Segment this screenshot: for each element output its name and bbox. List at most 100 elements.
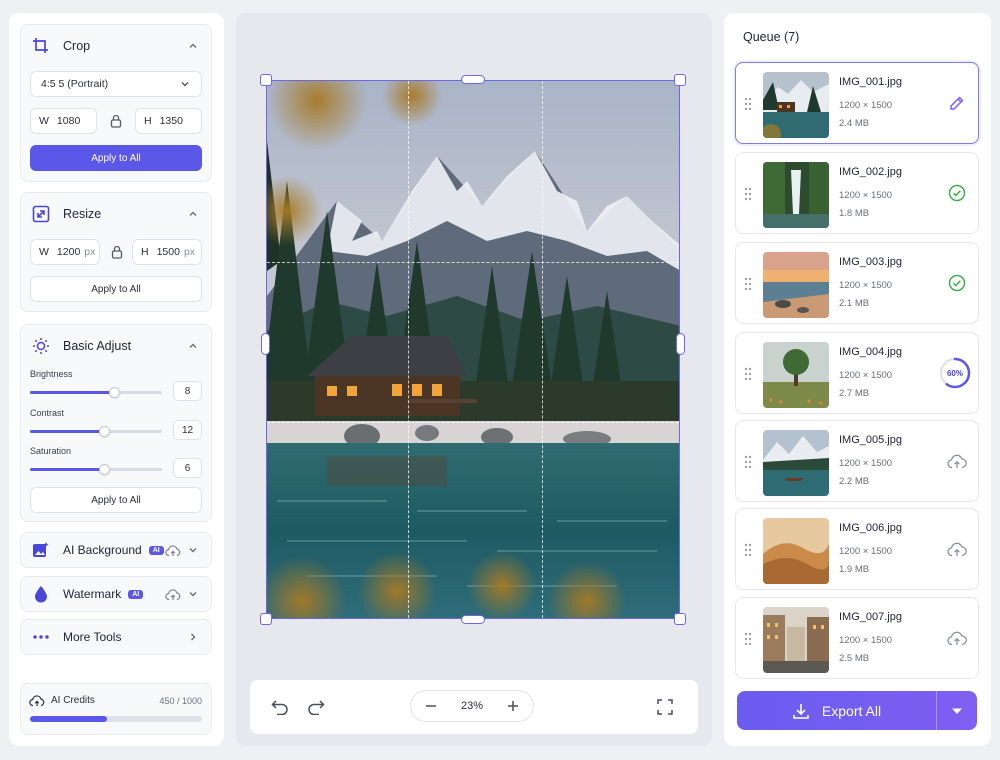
zoom-out-icon[interactable]	[421, 696, 441, 716]
crop-width-field[interactable]: W 1080	[30, 108, 97, 134]
photo-preview[interactable]	[266, 80, 680, 619]
queue-item[interactable]: IMG_007.jpg 1200 × 1500 2.5 MB	[735, 597, 979, 679]
file-dimensions: 1200 × 1500	[839, 190, 893, 201]
lock-icon[interactable]	[110, 114, 122, 128]
ai-badge: AI	[148, 545, 164, 555]
drag-handle-icon[interactable]	[744, 632, 752, 646]
aspect-ratio-select[interactable]: 4:5 5 (Portrait)	[30, 71, 202, 97]
chevron-up-icon[interactable]	[187, 208, 199, 220]
slider-knob[interactable]	[98, 464, 110, 475]
export-dropdown[interactable]	[937, 691, 977, 730]
progress-ring: 60%	[938, 356, 972, 390]
brightness-value[interactable]: 8	[173, 381, 202, 401]
more-tools[interactable]: More Tools	[20, 619, 212, 655]
undo-icon[interactable]	[270, 697, 290, 717]
canvas-area: 23%	[236, 13, 712, 746]
file-dimensions: 1200 × 1500	[839, 370, 893, 381]
resize-icon	[31, 204, 51, 224]
brightness-slider[interactable]	[30, 387, 162, 398]
crop-handle-bottom-left[interactable]	[260, 613, 272, 625]
crop-handle-top-right[interactable]	[674, 74, 686, 86]
export-all-button[interactable]: Export All	[737, 691, 977, 730]
zoom-in-icon[interactable]	[503, 696, 523, 716]
crop-handle-left[interactable]	[261, 333, 270, 355]
drag-handle-icon[interactable]	[744, 543, 752, 557]
chevron-up-icon[interactable]	[187, 340, 199, 352]
file-name: IMG_002.jpg	[839, 166, 902, 178]
brightness-label: Brightness	[30, 369, 73, 379]
credits-progress-bar	[30, 716, 202, 722]
contrast-label: Contrast	[30, 408, 65, 418]
resize-width-field[interactable]: W 1200 px	[30, 239, 100, 265]
file-name: IMG_004.jpg	[839, 346, 902, 358]
saturation-value[interactable]: 6	[173, 458, 202, 478]
chevron-up-icon[interactable]	[187, 40, 199, 52]
queue-title: Queue (7)	[743, 30, 800, 44]
check-circle-icon	[946, 272, 968, 294]
more-tools-title: More Tools	[63, 630, 122, 644]
file-dimensions: 1200 × 1500	[839, 280, 893, 291]
crop-handle-right[interactable]	[676, 333, 685, 355]
thumbnail	[763, 518, 829, 584]
thumbnail	[763, 430, 829, 496]
crop-handle-bottom[interactable]	[461, 615, 485, 624]
queue-item[interactable]: IMG_006.jpg 1200 × 1500 1.9 MB	[735, 508, 979, 590]
crop-height-field[interactable]: H 1350	[135, 108, 202, 134]
ai-background-tool[interactable]: AI Background AI	[20, 532, 212, 568]
crop-apply-all-button[interactable]: Apply to All	[30, 145, 202, 171]
queue-item[interactable]: IMG_005.jpg 1200 × 1500 2.2 MB	[735, 420, 979, 502]
width-unit: px	[84, 246, 96, 258]
cloud-upload-icon[interactable]	[946, 450, 968, 472]
redo-icon[interactable]	[306, 697, 326, 717]
landscape-image	[267, 81, 679, 618]
basic-adjust-header[interactable]: Basic Adjust	[21, 325, 211, 367]
queue-item[interactable]: IMG_001.jpg 1200 × 1500 2.4 MB	[735, 62, 979, 144]
export-label: Export All	[821, 702, 882, 719]
file-name: IMG_006.jpg	[839, 522, 902, 534]
resize-apply-all-button[interactable]: Apply to All	[30, 276, 202, 302]
queue-item[interactable]: IMG_004.jpg 1200 × 1500 2.7 MB 60%	[735, 332, 979, 414]
fullscreen-icon[interactable]	[655, 697, 675, 717]
crop-header[interactable]: Crop	[21, 25, 211, 67]
resize-height-field[interactable]: H 1500 px	[132, 239, 202, 265]
queue-item[interactable]: IMG_002.jpg 1200 × 1500 1.8 MB	[735, 152, 979, 234]
slider-knob[interactable]	[98, 426, 110, 437]
contrast-value[interactable]: 12	[173, 420, 202, 440]
resize-height-value: 1500	[156, 246, 180, 258]
crop-handle-bottom-right[interactable]	[674, 613, 686, 625]
crop-handle-top-left[interactable]	[260, 74, 272, 86]
queue-item[interactable]: IMG_003.jpg 1200 × 1500 2.1 MB	[735, 242, 979, 324]
watermark-tool[interactable]: Watermark AI	[20, 576, 212, 612]
slider-knob[interactable]	[109, 387, 121, 398]
ai-credits-label: AI Credits	[51, 695, 95, 706]
drag-handle-icon[interactable]	[744, 97, 752, 111]
saturation-slider[interactable]	[30, 464, 162, 475]
queue-panel: Queue (7) IMG_001.jpg 1200 × 1500 2.4 MB…	[724, 13, 991, 746]
crop-handle-top[interactable]	[461, 75, 485, 84]
drag-handle-icon[interactable]	[744, 187, 752, 201]
credits-progress-fill	[30, 716, 108, 722]
height-unit: px	[183, 246, 196, 258]
file-dimensions: 1200 × 1500	[839, 546, 893, 557]
cloud-upload-icon[interactable]	[946, 627, 968, 649]
cloud-upload-icon[interactable]	[946, 538, 968, 560]
cloud-icon	[165, 588, 181, 601]
more-dots-icon	[31, 627, 51, 647]
export-main[interactable]: Export All	[737, 691, 936, 730]
canvas-toolbar: 23%	[250, 680, 698, 734]
adjust-apply-all-button[interactable]: Apply to All	[30, 487, 202, 513]
drag-handle-icon[interactable]	[744, 455, 752, 469]
zoom-level: 23%	[460, 700, 484, 712]
height-key: H	[144, 115, 152, 127]
zoom-control: 23%	[410, 690, 534, 722]
pencil-icon[interactable]	[946, 92, 968, 114]
lock-icon[interactable]	[111, 245, 123, 259]
drag-handle-icon[interactable]	[744, 367, 752, 381]
resize-header[interactable]: Resize	[21, 193, 211, 235]
file-size: 2.5 MB	[839, 653, 870, 664]
crop-height-value: 1350	[159, 115, 183, 127]
drag-handle-icon[interactable]	[744, 277, 752, 291]
saturation-label: Saturation	[30, 446, 72, 456]
sun-icon	[31, 336, 51, 356]
contrast-slider[interactable]	[30, 426, 162, 437]
